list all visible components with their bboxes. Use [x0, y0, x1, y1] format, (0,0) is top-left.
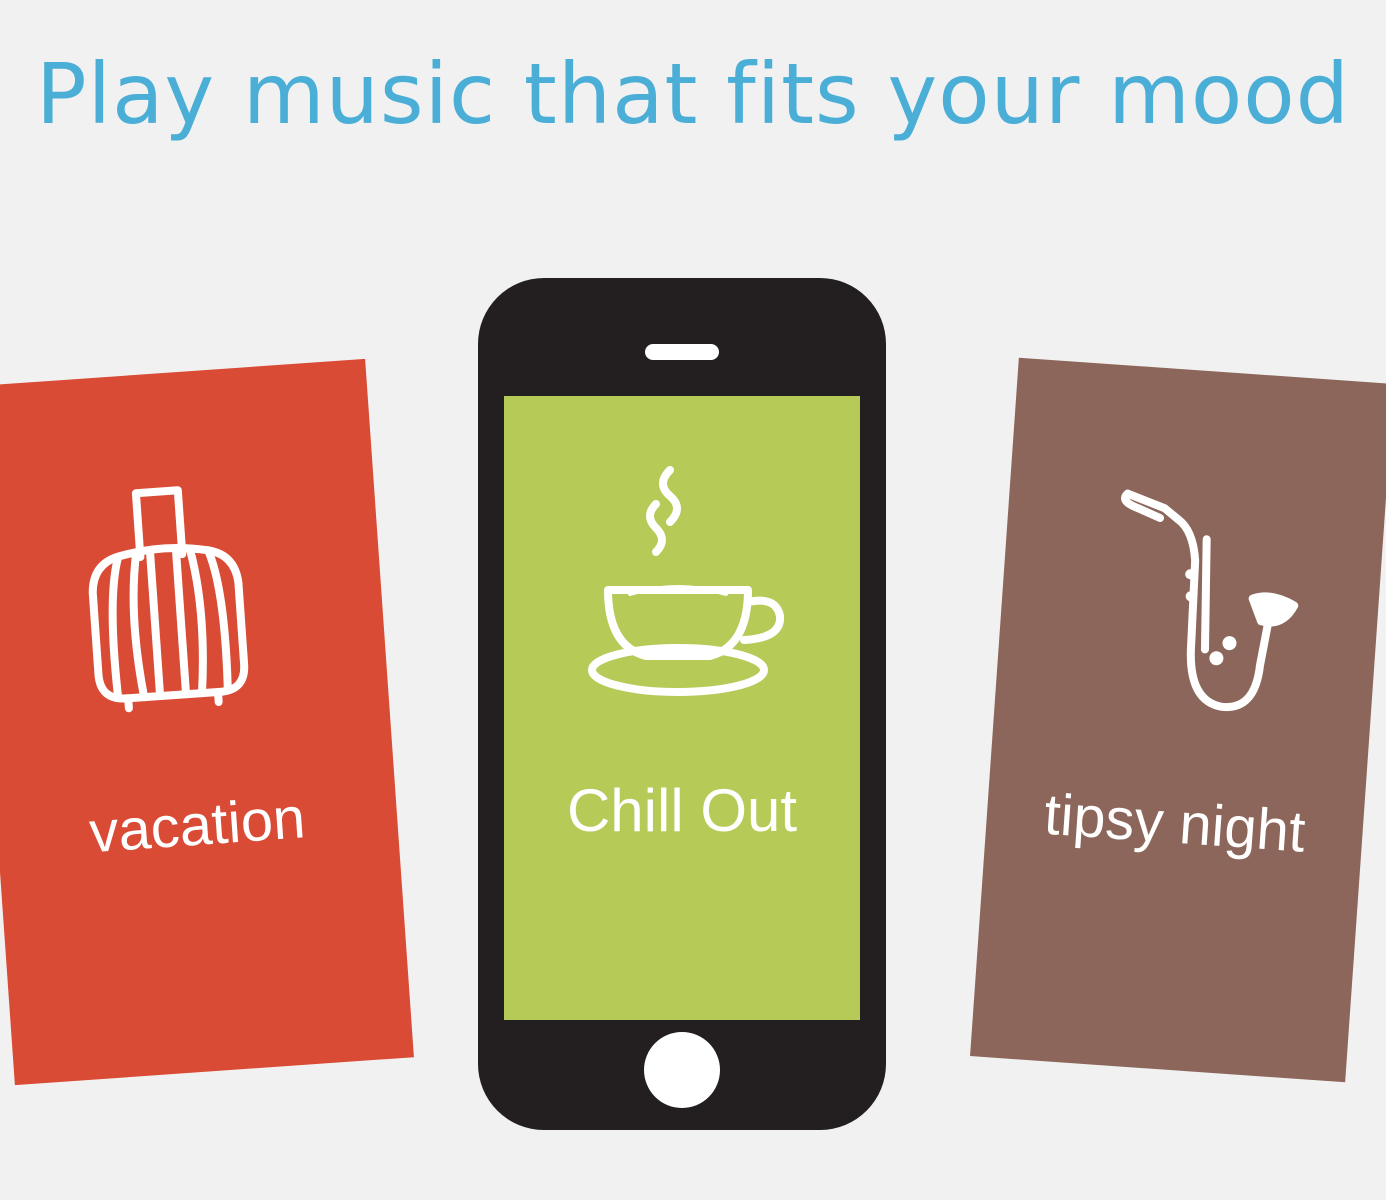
mood-card-tipsy-night[interactable]: tipsy night [970, 357, 1386, 1083]
suitcase-icon [88, 486, 249, 713]
mood-card-label: vacation [87, 785, 308, 866]
phone-speaker [645, 344, 719, 360]
mood-card-label: Chill Out [566, 777, 798, 844]
home-button[interactable] [644, 1032, 720, 1108]
headline: Play music that fits your mood [35, 45, 1351, 143]
phone: Chill Out [478, 278, 886, 1130]
saxophone-icon [1121, 489, 1299, 712]
coffee-cup-icon [588, 466, 785, 696]
mood-card-chill-out[interactable]: Chill Out [504, 396, 860, 1020]
mood-card-label: tipsy night [1042, 781, 1308, 865]
mood-card-vacation[interactable]: vacation [0, 358, 414, 1086]
